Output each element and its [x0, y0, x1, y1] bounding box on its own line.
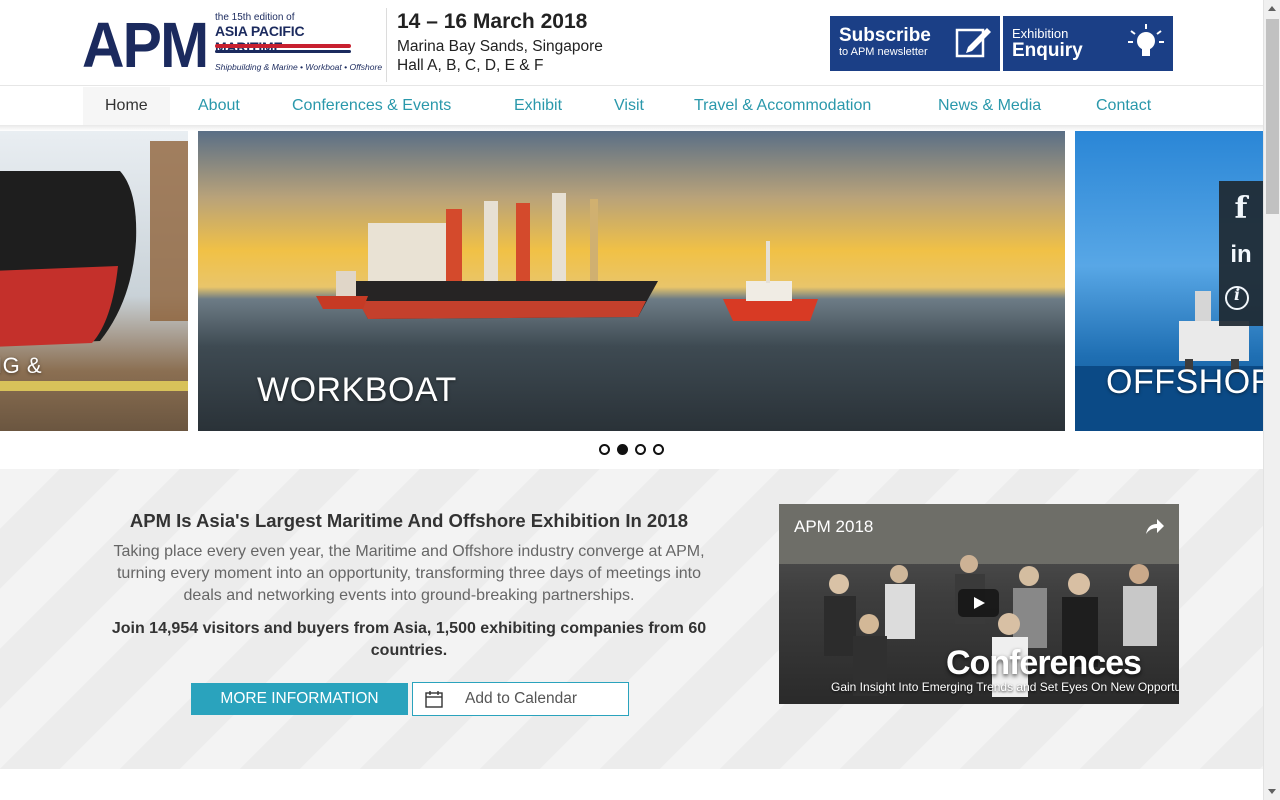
play-icon[interactable]: [958, 589, 999, 617]
about-section: APM Is Asia's Largest Maritime And Offsh…: [0, 469, 1263, 769]
logo-red-rule: [215, 44, 351, 48]
scroll-thumb[interactable]: [1266, 19, 1279, 214]
subscribe-subtitle: to APM newsletter: [839, 46, 928, 58]
section-title: APM Is Asia's Largest Maritime And Offsh…: [129, 510, 689, 531]
logo-edition: the 15th edition of: [215, 12, 295, 23]
event-venue: Marina Bay Sands, Singapore: [397, 38, 603, 55]
nav-item-visit[interactable]: Visit: [614, 87, 644, 125]
header-divider: [386, 8, 387, 82]
nav-item-conferences-events[interactable]: Conferences & Events: [292, 87, 451, 125]
section-highlight: Join 14,954 visitors and buyers from Asi…: [111, 620, 707, 659]
info-letter: i: [1233, 285, 1241, 304]
logo-tagline: Shipbuilding & Marine • Workboat • Offsh…: [215, 62, 383, 72]
exhibition-enquiry-button[interactable]: Exhibition Enquiry: [1003, 16, 1173, 71]
lightbulb-icon: [1128, 24, 1164, 56]
slider-dot[interactable]: [635, 444, 646, 455]
video-player[interactable]: APM 2018 Conferences Gain Insight Into E…: [779, 504, 1179, 704]
nav-item-contact[interactable]: Contact: [1096, 87, 1151, 125]
ship-hull-image: [0, 141, 188, 391]
hero-slider: IG & WORKBOAT OFFSHOR: [0, 131, 1263, 431]
event-hall: Hall A, B, C, D, E & F: [397, 57, 544, 74]
slide-caption: IG &: [0, 353, 43, 378]
subscribe-title: Subscribe: [839, 25, 931, 46]
video-title: APM 2018: [794, 517, 874, 536]
nav-item-news-media[interactable]: News & Media: [938, 87, 1041, 125]
nav-item-travel-accommodation[interactable]: Travel & Accommodation: [694, 87, 871, 125]
section-body: Taking place every even year, the Mariti…: [113, 543, 705, 604]
logo-acronym: APM: [82, 9, 209, 81]
video-subtitle: Gain Insight Into Emerging Trends and Se…: [831, 680, 1179, 694]
slide-caption: OFFSHOR: [1106, 363, 1263, 401]
slider-dot[interactable]: [617, 444, 628, 455]
site-header: APM the 15th edition of ASIA PACIFIC MAR…: [0, 0, 1263, 86]
page-scrollbar[interactable]: [1263, 0, 1280, 800]
add-to-calendar-button[interactable]: Add to Calendar: [412, 682, 629, 716]
event-date: 14 – 16 March 2018: [397, 10, 588, 33]
social-sidebar: f in i: [1219, 181, 1263, 326]
video-heading: Conferences: [946, 644, 1142, 682]
edit-icon: [955, 28, 991, 58]
more-information-button[interactable]: MORE INFORMATION: [191, 683, 408, 715]
slider-dots: [0, 441, 1263, 459]
scroll-down-arrow-icon[interactable]: [1264, 783, 1280, 800]
facebook-icon[interactable]: f: [1219, 187, 1263, 231]
nav-item-about[interactable]: About: [198, 87, 240, 125]
calendar-icon: [425, 691, 443, 708]
main-nav: Home About Conferences & Events Exhibit …: [0, 87, 1263, 125]
enquiry-small-label: Exhibition: [1012, 26, 1069, 41]
slide-shipbuilding[interactable]: IG &: [0, 131, 188, 431]
info-icon[interactable]: i: [1219, 278, 1263, 322]
share-icon[interactable]: [1143, 516, 1165, 538]
slide-caption: WORKBOAT: [257, 371, 457, 409]
nav-item-home[interactable]: Home: [83, 87, 170, 125]
scroll-up-arrow-icon[interactable]: [1264, 0, 1280, 17]
slide-workboat[interactable]: WORKBOAT: [198, 131, 1065, 431]
nav-item-exhibit[interactable]: Exhibit: [514, 87, 562, 125]
logo-navy-rule: [215, 50, 351, 53]
slider-dot[interactable]: [653, 444, 664, 455]
calendar-button-label: Add to Calendar: [465, 690, 578, 707]
slider-dot[interactable]: [599, 444, 610, 455]
apm-logo[interactable]: APM the 15th edition of ASIA PACIFIC MAR…: [82, 9, 382, 81]
enquiry-big-label: Enquiry: [1012, 40, 1083, 61]
subscribe-newsletter-button[interactable]: Subscribe to APM newsletter: [830, 16, 1000, 71]
linkedin-icon[interactable]: in: [1219, 233, 1263, 277]
